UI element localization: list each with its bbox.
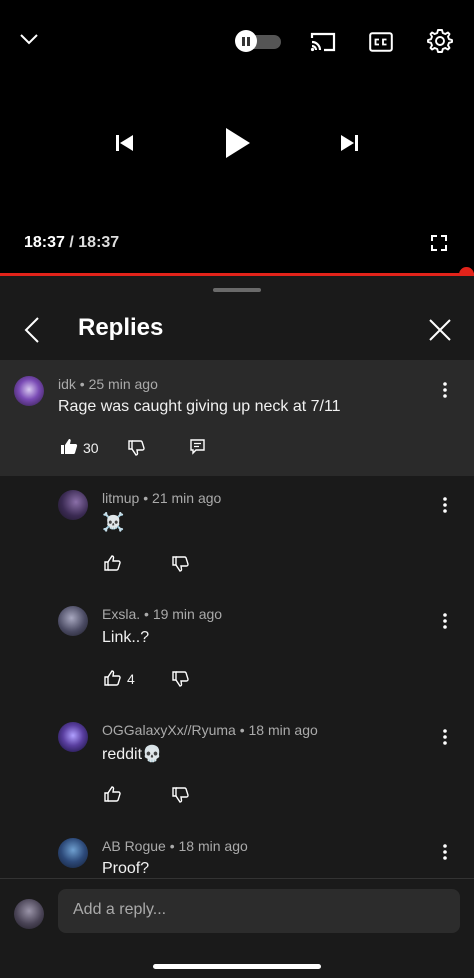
closed-captions-icon[interactable] bbox=[366, 27, 396, 57]
dislike-button[interactable] bbox=[172, 556, 189, 572]
comment-text: Link..? bbox=[102, 629, 150, 646]
like-count: 4 bbox=[127, 671, 135, 687]
duration: 18:37 bbox=[78, 234, 120, 251]
avatar[interactable] bbox=[14, 376, 44, 406]
pause-icon bbox=[235, 30, 257, 52]
current-time: 18:37 bbox=[24, 234, 65, 251]
thumbs-up-icon bbox=[104, 555, 121, 571]
dislike-button[interactable] bbox=[128, 440, 145, 456]
parent-comment: idk • 25 min ago Rage was caught giving … bbox=[0, 360, 474, 476]
avatar[interactable] bbox=[58, 838, 88, 868]
comment-meta: Exsla. • 19 min ago bbox=[102, 606, 223, 622]
thumbs-up-icon bbox=[61, 439, 78, 454]
comment-time: 19 min ago bbox=[152, 606, 223, 622]
avatar[interactable] bbox=[58, 606, 88, 636]
next-track-icon[interactable] bbox=[334, 128, 364, 158]
comment-text: Proof? bbox=[102, 860, 150, 877]
more-options-icon[interactable] bbox=[435, 725, 455, 749]
replies-panel: Replies idk • 25 min ago Rage was caught… bbox=[0, 276, 474, 978]
thumbs-down-icon bbox=[128, 440, 145, 456]
comment-meta: litmup • 21 min ago bbox=[102, 490, 222, 506]
video-player[interactable]: 18:37 / 18:37 bbox=[0, 0, 474, 282]
reply-composer: Add a reply... bbox=[0, 879, 474, 978]
thumbs-down-icon bbox=[172, 671, 189, 687]
user-avatar[interactable] bbox=[14, 899, 44, 929]
comment-meta: OGGalaxyXx//Ryuma • 18 min ago bbox=[102, 722, 318, 738]
play-icon[interactable] bbox=[218, 120, 258, 166]
minimize-chevron-icon[interactable] bbox=[14, 24, 44, 54]
reply-button[interactable] bbox=[190, 439, 205, 455]
comment-meta: AB Rogue • 18 min ago bbox=[102, 838, 248, 854]
like-button[interactable] bbox=[104, 786, 121, 802]
more-options-icon[interactable] bbox=[435, 609, 455, 633]
comment-time: 18 min ago bbox=[248, 722, 318, 738]
time-separator: / bbox=[69, 234, 74, 251]
dislike-button[interactable] bbox=[172, 787, 189, 803]
more-options-icon[interactable] bbox=[435, 493, 455, 517]
like-button[interactable] bbox=[104, 555, 121, 571]
comment-author[interactable]: AB Rogue bbox=[102, 838, 166, 854]
dislike-button[interactable] bbox=[172, 671, 189, 687]
thumbs-up-icon bbox=[104, 786, 121, 802]
comment-author[interactable]: litmup bbox=[102, 490, 139, 506]
like-button[interactable] bbox=[60, 438, 78, 455]
autoplay-toggle[interactable] bbox=[235, 30, 281, 52]
avatar[interactable] bbox=[58, 722, 88, 752]
more-options-icon[interactable] bbox=[435, 378, 455, 402]
close-icon[interactable] bbox=[428, 318, 452, 342]
comment-time: 21 min ago bbox=[152, 490, 222, 506]
comment-time: 18 min ago bbox=[178, 838, 248, 854]
cast-icon[interactable] bbox=[307, 28, 339, 56]
comment-author[interactable]: idk bbox=[58, 376, 76, 392]
settings-gear-icon[interactable] bbox=[424, 25, 456, 57]
time-display: 18:37 / 18:37 bbox=[24, 234, 119, 252]
comment-time: 25 min ago bbox=[88, 376, 158, 392]
reply-input[interactable]: Add a reply... bbox=[58, 889, 460, 933]
comment-text: Rage was caught giving up neck at 7/11 bbox=[58, 398, 341, 415]
drag-handle[interactable] bbox=[213, 288, 261, 292]
previous-track-icon[interactable] bbox=[110, 128, 140, 158]
home-indicator[interactable] bbox=[153, 964, 321, 969]
comment-text: reddit💀 bbox=[102, 746, 162, 763]
reply-comment-icon bbox=[190, 439, 205, 455]
like-count: 30 bbox=[83, 440, 99, 456]
comment-author[interactable]: OGGalaxyXx//Ryuma bbox=[102, 722, 236, 738]
comment-author[interactable]: Exsla. bbox=[102, 606, 140, 622]
avatar[interactable] bbox=[58, 490, 88, 520]
like-button[interactable] bbox=[104, 670, 121, 686]
back-arrow-icon[interactable] bbox=[22, 316, 46, 344]
panel-title: Replies bbox=[78, 314, 164, 341]
fullscreen-icon[interactable] bbox=[428, 232, 450, 254]
comment-meta: idk • 25 min ago bbox=[58, 376, 158, 392]
thumbs-up-icon bbox=[104, 670, 121, 686]
comment-text: ☠️ bbox=[102, 512, 125, 532]
thumbs-down-icon bbox=[172, 556, 189, 572]
more-options-icon[interactable] bbox=[435, 840, 455, 864]
thumbs-down-icon bbox=[172, 787, 189, 803]
